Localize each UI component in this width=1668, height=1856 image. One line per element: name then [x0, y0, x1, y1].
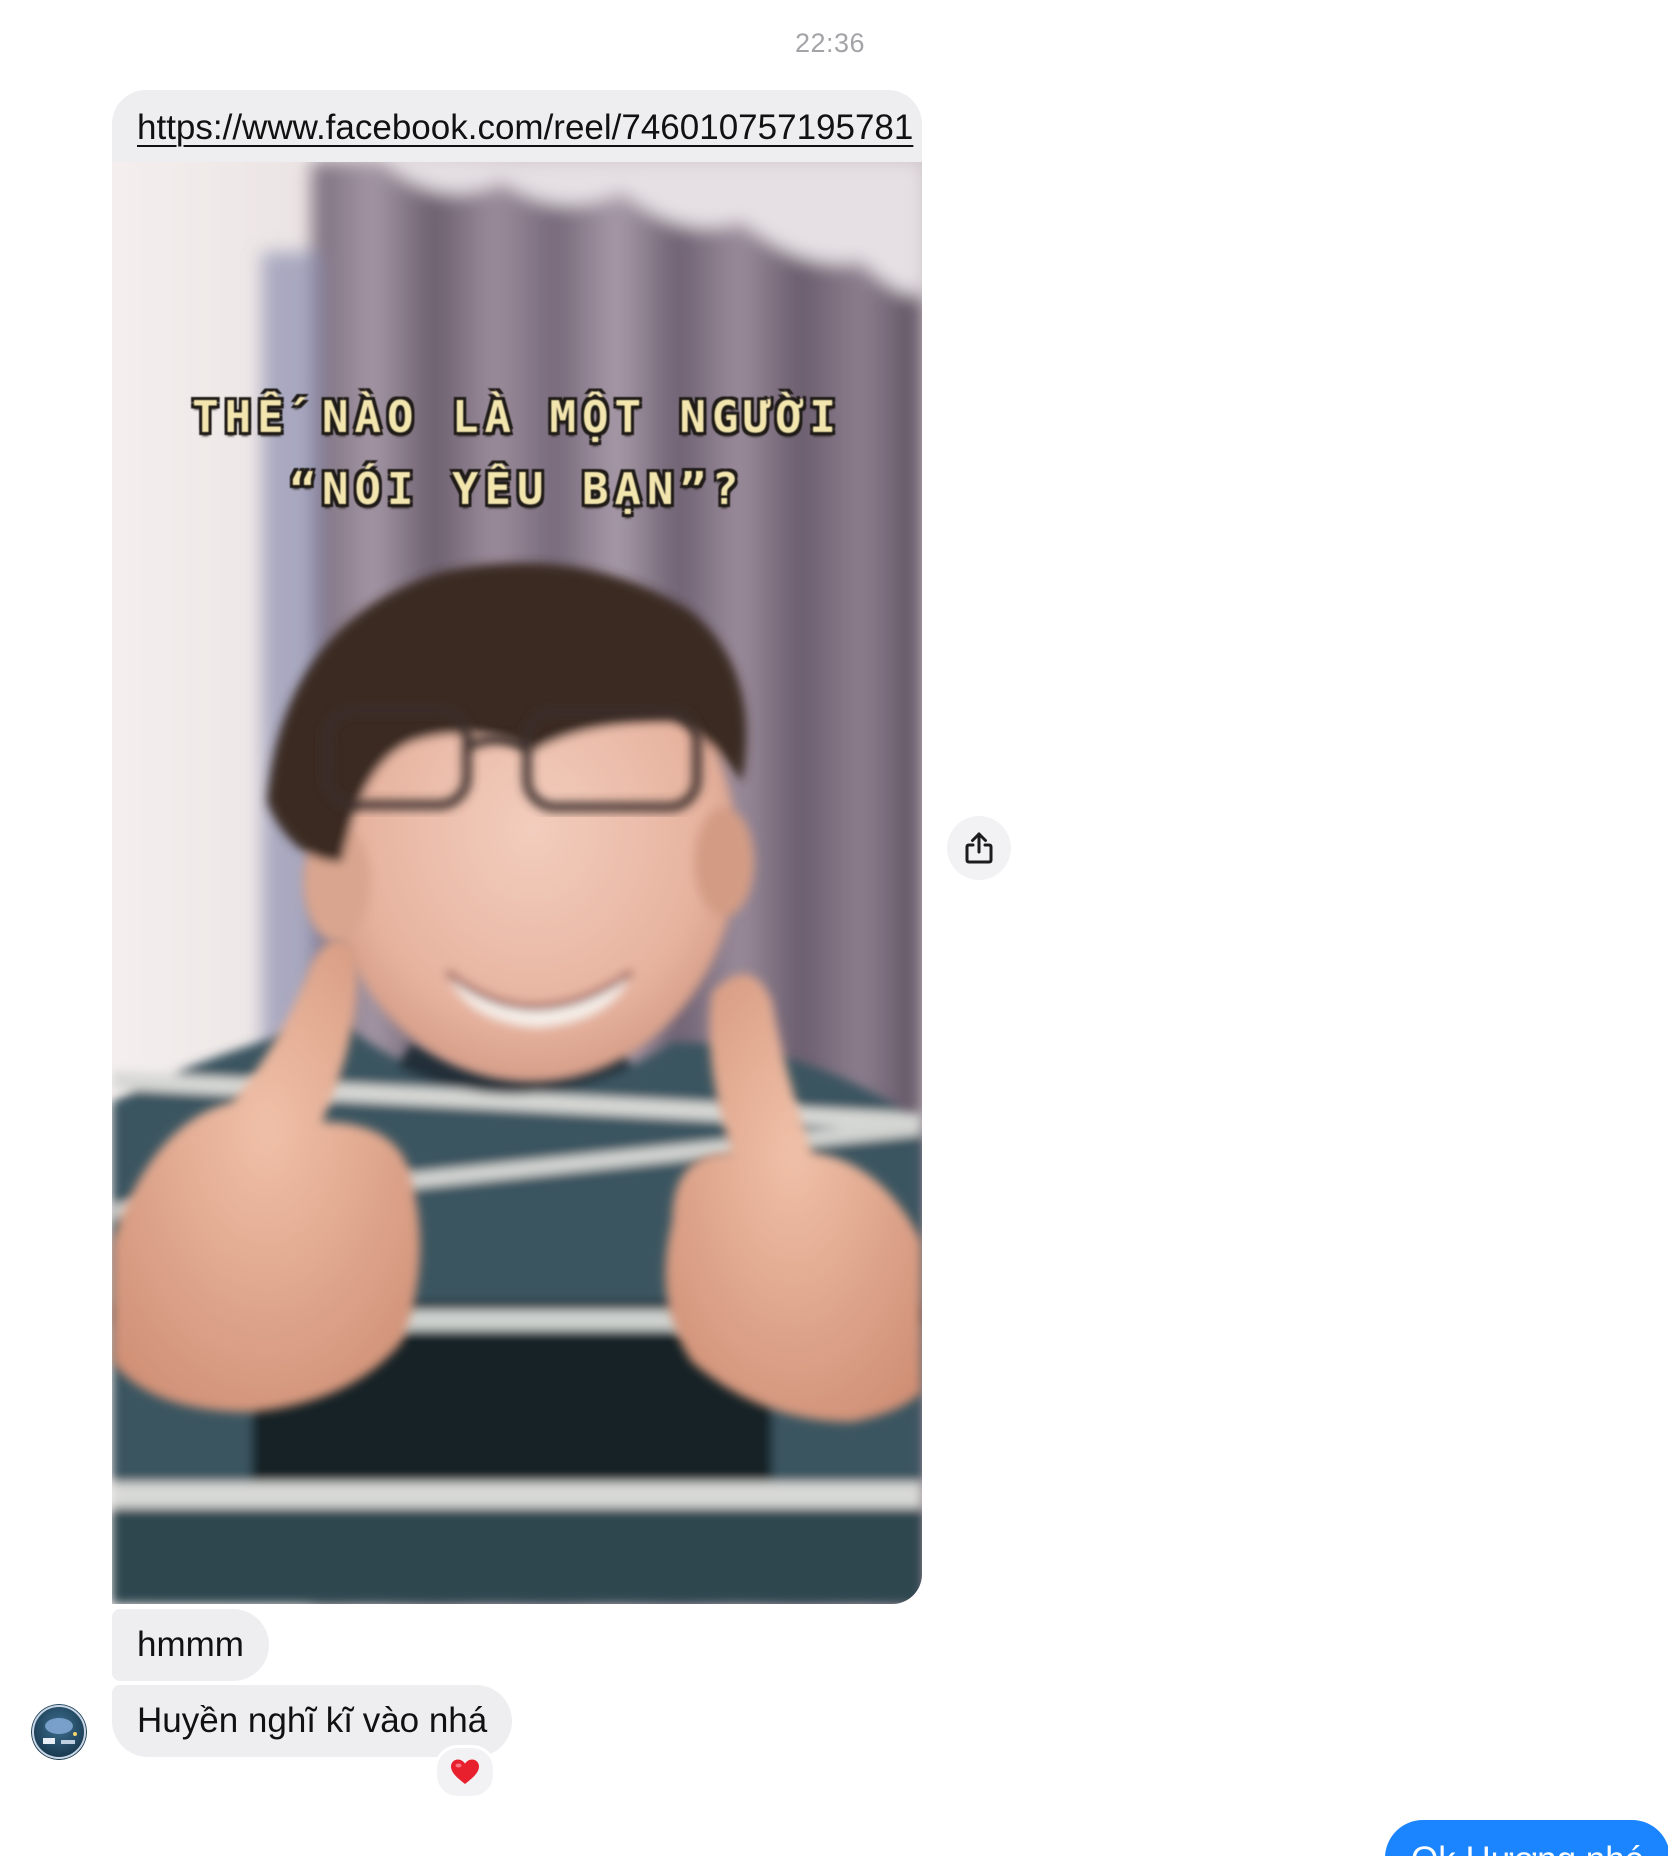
reel-preview-image[interactable]: THẾ NÀO LÀ MỘT NGƯỜI “NÓI YÊU BẠN”? — [112, 162, 922, 1604]
incoming-message-bubble[interactable]: hmmm — [112, 1609, 269, 1681]
share-button[interactable] — [947, 816, 1011, 880]
reel-caption-line-2: “NÓI YÊU BẠN”? — [289, 464, 745, 515]
heart-icon — [451, 1759, 479, 1784]
sender-avatar[interactable] — [31, 1704, 87, 1760]
reel-thumbnail-graphic — [112, 162, 922, 1604]
shared-link-card[interactable]: https://www.facebook.com/reel/7460107571… — [112, 90, 922, 1604]
message-reaction[interactable] — [434, 1745, 496, 1799]
outgoing-message-bubble[interactable]: Ok Hương nhé — [1385, 1820, 1668, 1856]
avatar-image — [31, 1704, 87, 1760]
share-icon — [965, 832, 993, 864]
reel-caption-line-1: THẾ NÀO LÀ MỘT NGƯỜI — [192, 392, 842, 443]
message-timestamp: 22:36 — [794, 28, 866, 58]
chat-screen: 22:36 https://www.facebook.com/reel/7460… — [0, 0, 1668, 1856]
shared-link-url[interactable]: https://www.facebook.com/reel/7460107571… — [137, 108, 913, 148]
